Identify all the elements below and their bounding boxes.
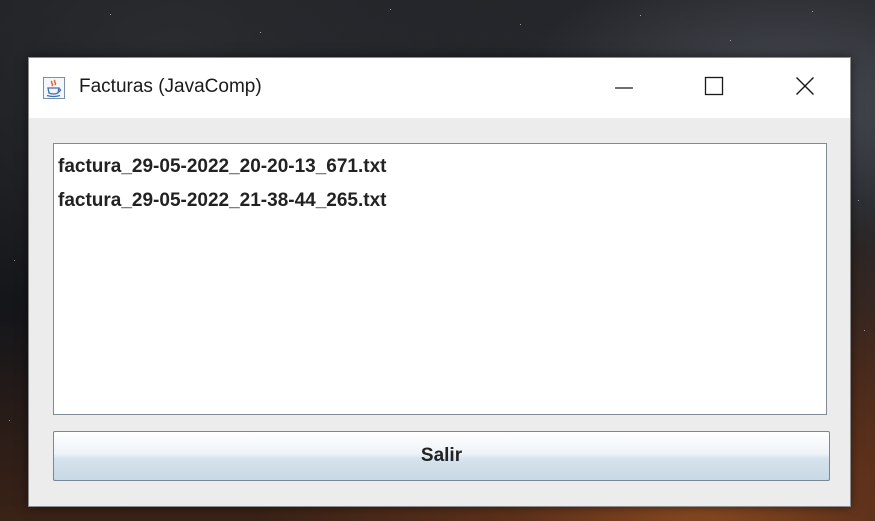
maximize-icon <box>704 76 724 101</box>
invoice-file-list[interactable]: factura_29-05-2022_20-20-13_671.txt fact… <box>53 143 827 415</box>
list-item[interactable]: factura_29-05-2022_20-20-13_671.txt <box>54 150 826 184</box>
java-cup-icon <box>43 77 65 99</box>
minimize-icon <box>614 76 634 101</box>
exit-button[interactable]: Salir <box>53 431 830 481</box>
maximize-button[interactable] <box>669 58 759 118</box>
close-button[interactable] <box>760 58 850 118</box>
title-bar[interactable]: Facturas (JavaComp) <box>29 58 850 118</box>
list-item[interactable]: factura_29-05-2022_21-38-44_265.txt <box>54 184 826 218</box>
facturas-window: Facturas (JavaComp) factura_29-05-2022_2… <box>28 57 851 507</box>
minimize-button[interactable] <box>579 58 669 118</box>
window-title: Facturas (JavaComp) <box>79 76 262 97</box>
close-icon <box>795 76 815 101</box>
window-content: factura_29-05-2022_20-20-13_671.txt fact… <box>29 118 850 506</box>
